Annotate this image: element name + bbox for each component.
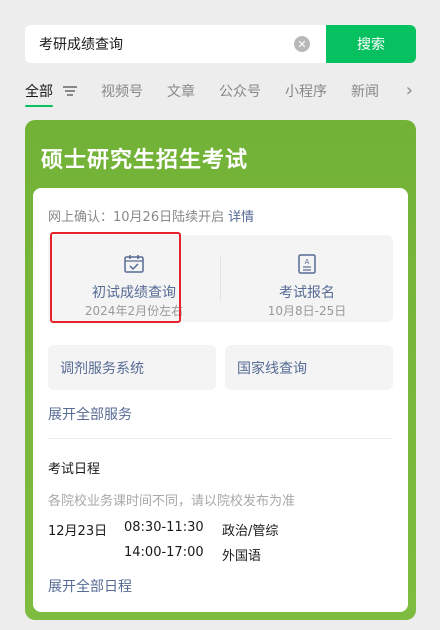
exam-card: 硕士研究生招生考试 网上确认：10月26日陆续开启 详情 初试成绩查询 2024年… bbox=[25, 120, 416, 620]
document-icon: A bbox=[298, 254, 316, 274]
tile-registration-sub: 10月8日-25日 bbox=[267, 304, 347, 318]
schedule-time: 08:30-11:30 bbox=[124, 520, 204, 535]
card-panel: 网上确认：10月26日陆续开启 详情 初试成绩查询 2024年2月份左右 A 考… bbox=[33, 188, 408, 612]
schedule-title: 考试日程 bbox=[48, 462, 101, 477]
service-adjustment-button[interactable]: 调剂服务系统 bbox=[48, 345, 216, 390]
search-query: 考研成绩查询 bbox=[39, 37, 123, 53]
tab-bar: 全部 视频号 文章 公众号 小程序 新闻 › bbox=[25, 78, 425, 107]
card-title: 硕士研究生招生考试 bbox=[41, 148, 249, 173]
schedule-note: 各院校业务课时间不同，请以院校发布为准 bbox=[48, 494, 296, 509]
highlight-box bbox=[50, 232, 181, 323]
tab-news[interactable]: 新闻 bbox=[351, 81, 379, 101]
details-link[interactable]: 详情 bbox=[228, 210, 254, 225]
tab-miniprograms[interactable]: 小程序 bbox=[285, 81, 327, 101]
clear-icon[interactable]: ✕ bbox=[294, 36, 310, 52]
chevron-right-icon[interactable]: › bbox=[406, 80, 413, 101]
divider bbox=[48, 438, 393, 439]
svg-text:A: A bbox=[305, 258, 310, 266]
tile-registration[interactable]: A 考试报名 10月8日-25日 bbox=[221, 235, 393, 322]
filter-icon[interactable] bbox=[63, 85, 77, 97]
schedule-subject: 政治/管综 bbox=[222, 524, 279, 539]
expand-schedule-link[interactable]: 展开全部日程 bbox=[48, 576, 132, 596]
search-button[interactable]: 搜索 bbox=[326, 25, 416, 63]
confirm-text: 网上确认：10月26日陆续开启 bbox=[48, 210, 225, 225]
tab-all[interactable]: 全部 bbox=[25, 81, 53, 107]
tile-registration-label: 考试报名 bbox=[279, 285, 335, 301]
schedule-subject: 外国语 bbox=[222, 549, 262, 564]
search-input[interactable]: 考研成绩查询 ✕ bbox=[25, 25, 326, 63]
expand-services-link[interactable]: 展开全部服务 bbox=[48, 404, 132, 424]
confirm-line: 网上确认：10月26日陆续开启 详情 bbox=[48, 206, 254, 225]
service-national-line-button[interactable]: 国家线查询 bbox=[225, 345, 393, 390]
tab-accounts[interactable]: 公众号 bbox=[219, 81, 261, 101]
tab-channels[interactable]: 视频号 bbox=[101, 81, 143, 101]
schedule-time: 14:00-17:00 bbox=[124, 545, 204, 560]
schedule-date: 12月23日 bbox=[48, 524, 108, 539]
tab-articles[interactable]: 文章 bbox=[167, 81, 195, 101]
